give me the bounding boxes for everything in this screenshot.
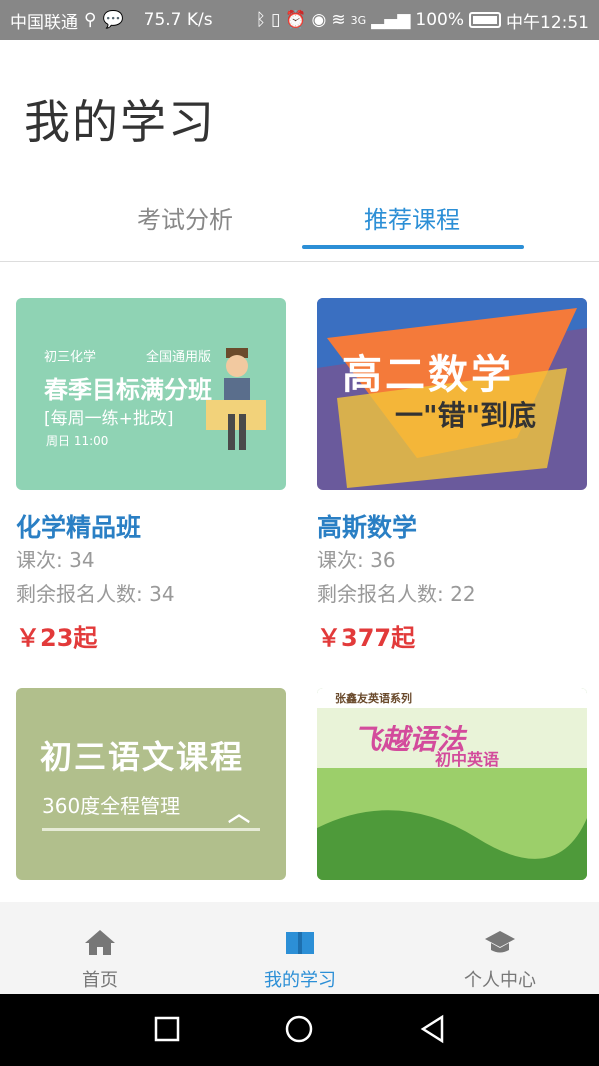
chevron-icon: ︿ bbox=[228, 802, 251, 827]
course-thumbnail[interactable]: 高二数学 一"错"到底 bbox=[317, 298, 587, 490]
course-price: ￥23起 bbox=[16, 624, 98, 652]
course-remaining: 剩余报名人数: 34 bbox=[16, 582, 175, 606]
page-title: 我的学习 bbox=[24, 95, 216, 149]
course-title[interactable]: 高斯数学 bbox=[317, 508, 587, 542]
nav-personal-center[interactable]: 个人中心 bbox=[440, 928, 560, 992]
nav-label: 首页 bbox=[82, 970, 118, 991]
course-remaining: 剩余报名人数: 22 bbox=[317, 582, 476, 606]
course-thumbnail[interactable]: 初三化学 全国通用版 春季目标满分班 [每周一练+批改] 周日 11:00 bbox=[16, 298, 286, 490]
tab-exam-analysis[interactable]: 考试分析 bbox=[137, 200, 233, 235]
course-thumbnail[interactable]: 初三语文课程 360度全程管理 ︿ bbox=[16, 688, 286, 880]
course-card-chinese[interactable]: 初三语文课程 360度全程管理 ︿ bbox=[16, 688, 286, 880]
back-icon[interactable] bbox=[418, 1014, 448, 1044]
signal-icon: ▂▄▆ bbox=[371, 10, 411, 30]
alarm-icon: ⏰ bbox=[285, 10, 307, 30]
bottom-navigation: 首页 我的学习 个人中心 bbox=[0, 902, 599, 994]
home-button-icon[interactable] bbox=[284, 1014, 314, 1044]
eye-icon: ◉ bbox=[311, 10, 327, 30]
nav-home[interactable]: 首页 bbox=[40, 928, 160, 992]
battery-percent: 100% bbox=[415, 10, 464, 30]
home-icon bbox=[85, 930, 115, 955]
thumb-text: 周日 11:00 bbox=[46, 434, 109, 448]
thumb-text: 初三语文课程 bbox=[40, 738, 245, 776]
course-price: ￥377起 bbox=[317, 624, 416, 652]
teacher-illustration bbox=[206, 348, 266, 450]
wifi-icon: ≋ bbox=[331, 10, 346, 30]
speed-label: 75.7 K/s bbox=[143, 10, 213, 30]
thumb-text: 一"错"到底 bbox=[395, 399, 537, 432]
tab-bar: 考试分析 推荐课程 bbox=[0, 190, 599, 262]
course-thumbnail[interactable]: 张鑫友英语系列 飞越语法 初中英语 bbox=[317, 688, 587, 880]
nav-my-study[interactable]: 我的学习 bbox=[240, 928, 360, 992]
chat-icon: 💬 bbox=[102, 10, 124, 30]
system-navigation-bar bbox=[0, 994, 599, 1066]
course-lessons: 课次: 36 bbox=[317, 548, 396, 572]
decorative-line bbox=[42, 828, 260, 831]
recent-apps-icon[interactable] bbox=[152, 1014, 182, 1044]
thumb-text: 全国通用版 bbox=[146, 350, 212, 365]
course-title[interactable]: 化学精品班 bbox=[16, 508, 286, 542]
tab-recommended-courses[interactable]: 推荐课程 bbox=[364, 200, 460, 235]
battery-icon bbox=[469, 12, 501, 28]
thumb-text: 初中英语 bbox=[435, 750, 500, 769]
graduation-cap-icon bbox=[485, 931, 515, 953]
nav-label: 我的学习 bbox=[264, 970, 336, 991]
thumb-text: 360度全程管理 bbox=[42, 794, 181, 818]
status-bar: 中国联通 ⚲ 💬 75.7 K/s ᛒ ▯ ⏰ ◉ ≋ 3G ▂▄▆ 100% … bbox=[0, 0, 599, 40]
usb-icon: ⚲ bbox=[84, 10, 97, 30]
book-cover-art bbox=[317, 708, 587, 880]
bluetooth-icon: ᛒ bbox=[255, 10, 266, 30]
carrier-label: 中国联通 bbox=[10, 12, 78, 33]
book-icon bbox=[286, 932, 314, 954]
active-tab-indicator bbox=[302, 245, 524, 249]
vibrate-icon: ▯ bbox=[271, 10, 281, 30]
course-lessons: 课次: 34 bbox=[16, 548, 95, 572]
course-card-english[interactable]: 张鑫友英语系列 飞越语法 初中英语 bbox=[317, 688, 587, 880]
thumb-text: 初三化学 bbox=[44, 350, 97, 365]
clock: 中午12:51 bbox=[506, 12, 589, 33]
course-card-math[interactable]: 高二数学 一"错"到底 高斯数学 课次: 36 剩余报名人数: 22 ￥377起 bbox=[317, 298, 587, 653]
thumb-text: 张鑫友英语系列 bbox=[335, 692, 412, 705]
course-card-chemistry[interactable]: 初三化学 全国通用版 春季目标满分班 [每周一练+批改] 周日 11:00 化学… bbox=[16, 298, 286, 653]
network-type-label: 3G bbox=[350, 13, 367, 27]
thumb-text: [每周一练+批改] bbox=[44, 409, 174, 429]
thumb-text: 高二数学 bbox=[342, 352, 514, 398]
nav-label: 个人中心 bbox=[464, 970, 536, 991]
thumb-text: 春季目标满分班 bbox=[44, 376, 212, 404]
